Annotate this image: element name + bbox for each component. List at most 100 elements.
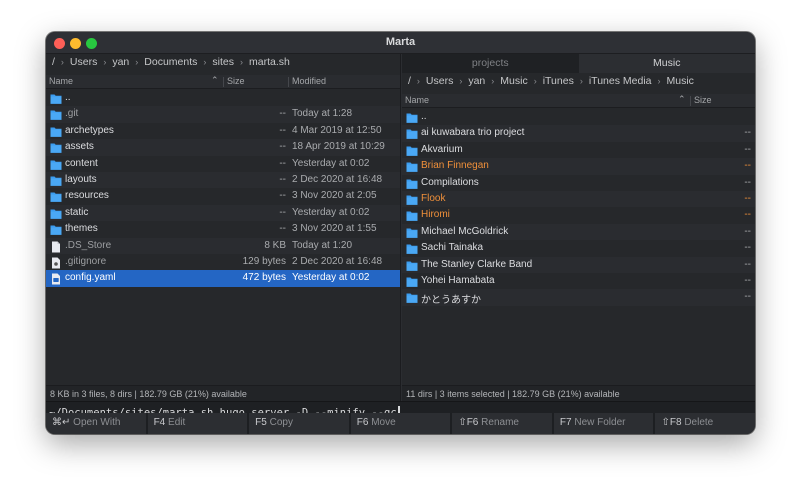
left-file-list[interactable]: .. .git -- Today at 1:28 archetypes -- 4 Mar 2… [46,90,400,287]
modified-column-header[interactable]: Modified [292,76,326,86]
title-bar[interactable]: Marta [46,32,755,54]
folder-icon [406,292,418,304]
fn-delete-button[interactable]: ⇧F8 Delete [655,413,755,434]
name-column-header[interactable]: Name [49,76,73,86]
item-name: layouts [65,173,97,185]
yaml-file-icon [50,273,62,285]
breadcrumb-chevron-icon: › [491,76,495,86]
breadcrumb-chevron-icon: › [459,76,463,86]
breadcrumb-segment[interactable]: Music [661,75,694,87]
fn-open-with-button[interactable]: ⌘↵ Open With [46,413,148,434]
folder-row[interactable]: .. [46,90,400,106]
item-size: -- [744,291,751,303]
item-name: .. [421,111,427,122]
item-size: -- [279,173,286,185]
folder-row[interactable]: The Stanley Clarke Band -- [402,256,755,273]
item-name: archetypes [65,124,114,136]
item-name: .gitignore [65,255,107,267]
folder-row[interactable]: static -- Yesterday at 0:02 [46,204,400,222]
item-name: かとうあすか [421,295,481,307]
folder-row[interactable]: Michael McGoldrick -- [402,223,755,241]
breadcrumb-segment[interactable]: marta.sh [243,56,290,68]
fn-edit-button[interactable]: F4 Edit [147,413,250,434]
item-modified: 3 Nov 2020 at 1:55 [292,223,377,235]
item-size: -- [744,192,751,204]
item-size: -- [744,143,751,155]
fn-action-label: Delete [684,417,714,428]
folder-row[interactable]: かとうあすか -- [402,289,755,307]
item-size: -- [279,141,286,153]
folder-icon [406,227,418,238]
breadcrumb-segment[interactable]: Users [420,75,453,87]
folder-row[interactable]: ai kuwabara trio project -- [402,125,755,142]
item-name: Akvarium [421,143,463,155]
folder-row[interactable]: .git -- Today at 1:28 [46,106,400,123]
breadcrumb-segment[interactable]: / [402,75,411,87]
folder-row[interactable]: Sachi Tainaka -- [402,240,755,256]
sort-chevron-icon[interactable]: ⌃ [211,75,219,86]
sort-chevron-icon[interactable]: ⌃ [678,94,686,105]
fn-action-label: Rename [481,417,519,428]
folder-row[interactable]: Yohei Hamabata -- [402,273,755,289]
breadcrumb-segment[interactable]: sites [206,56,234,68]
breadcrumb-segment[interactable]: iTunes [537,75,574,87]
item-name: Hiromi [421,209,450,221]
name-column-header[interactable]: Name [405,95,429,105]
file-row[interactable]: config.yaml 472 bytes Yesterday at 0:02 [46,270,400,287]
folder-row[interactable]: resources -- 3 Nov 2020 at 2:05 [46,188,400,204]
breadcrumb-segment[interactable]: iTunes Media [583,75,652,87]
fn-action-label: Copy [269,417,293,428]
size-column-header[interactable]: Size [227,76,245,86]
right-pane[interactable]: projects Music / › Users › yan › Music › iTunes › i… [402,54,755,401]
fn-action-label: Move [371,417,396,428]
size-column-header[interactable]: Size [694,95,712,105]
folder-row[interactable]: Brian Finnegan -- [402,158,755,175]
folder-row[interactable]: Akvarium -- [402,142,755,158]
gitignore-file-icon [50,257,62,269]
fn-move-button[interactable]: F6 Move [350,413,453,434]
folder-row[interactable]: assets -- 18 Apr 2019 at 10:29 [46,139,400,156]
breadcrumb-segment[interactable]: yan [106,56,129,68]
folder-icon [406,210,418,222]
item-size: -- [279,190,286,202]
breadcrumb-segment[interactable]: Users [64,56,97,68]
file-row[interactable]: .DS_Store 8 KB Today at 1:20 [46,237,400,254]
file-row[interactable]: .gitignore 129 bytes 2 Dec 2020 at 16:48 [46,254,400,270]
folder-row[interactable]: Hiromi -- [402,207,755,223]
folder-icon [50,208,62,219]
folder-row[interactable]: Compilations -- [402,175,755,191]
breadcrumb-segment[interactable]: Music [494,75,527,87]
item-size: -- [279,108,286,120]
folder-row[interactable]: layouts -- 2 Dec 2020 at 16:48 [46,171,400,189]
folder-row[interactable]: Flook -- [402,190,755,208]
item-name: The Stanley Clarke Band [421,258,533,270]
window-title: Marta [385,36,416,48]
item-name: themes [65,223,98,235]
breadcrumb-segment[interactable]: / [46,56,55,68]
item-modified: Yesterday at 0:02 [292,206,370,218]
fn-copy-button[interactable]: F5 Copy [249,413,351,434]
item-size: -- [279,124,286,136]
item-name: assets [65,141,94,153]
breadcrumb-chevron-icon: › [203,57,207,67]
folder-row[interactable]: archetypes -- 4 Mar 2019 at 12:50 [46,123,400,139]
folder-icon [406,112,418,123]
breadcrumb-segment[interactable]: yan [462,75,485,87]
folder-row[interactable]: .. [402,109,755,125]
folder-icon [50,191,62,203]
right-file-list[interactable]: .. ai kuwabara trio project -- Akvarium -- Br… [402,109,755,306]
fn-new-folder-button[interactable]: F7 New Folder [553,413,656,434]
breadcrumb-chevron-icon: › [657,76,661,86]
fn-rename-button[interactable]: ⇧F6 Rename [452,413,554,434]
breadcrumb-segment[interactable]: Documents [138,56,197,68]
breadcrumb-chevron-icon: › [416,76,420,86]
left-pane[interactable]: / › Users › yan › Documents › sites › marta.sh Nam… [46,54,401,401]
item-name: ai kuwabara trio project [421,127,525,139]
tab-music[interactable]: Music [578,54,755,73]
tab-projects[interactable]: projects [402,54,579,73]
left-status-bar: 8 KB in 3 files, 8 dirs | 182.79 GB (21%… [46,385,400,401]
item-size: -- [744,274,751,286]
folder-row[interactable]: content -- Yesterday at 0:02 [46,156,400,172]
folder-row[interactable]: themes -- 3 Nov 2020 at 1:55 [46,221,400,237]
item-modified: Yesterday at 0:02 [292,272,370,284]
